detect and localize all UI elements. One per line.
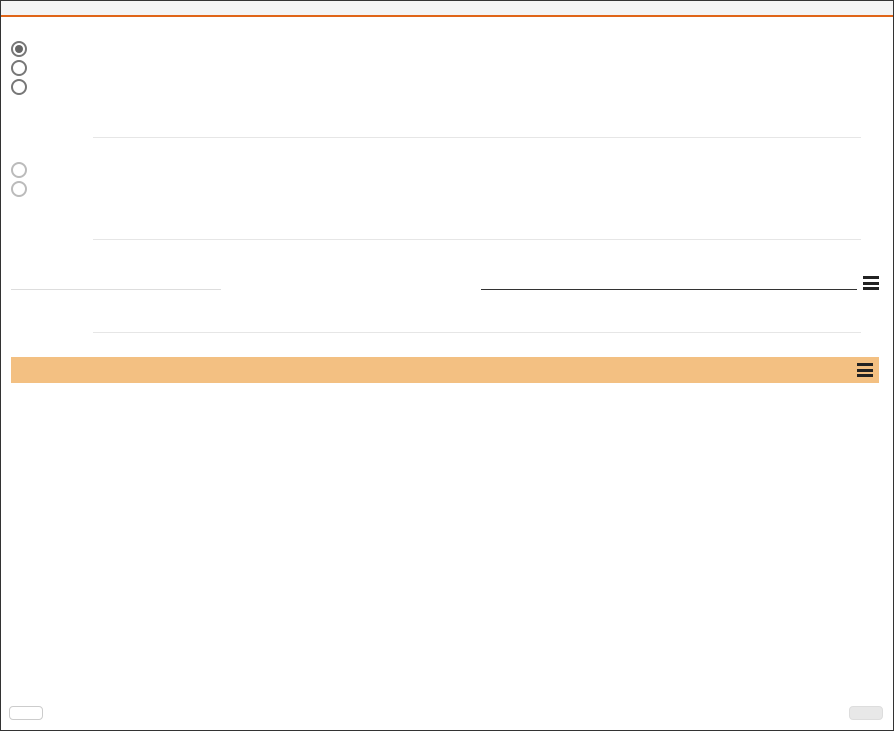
groups-row (11, 264, 879, 304)
radio-icon (11, 60, 27, 76)
start-new-group-input[interactable] (481, 268, 857, 290)
cancel-button[interactable] (9, 706, 43, 720)
list-icon[interactable] (863, 276, 879, 290)
ngs-option-1 (11, 181, 879, 197)
radio-icon (11, 162, 27, 178)
ngs-option-0 (11, 162, 879, 178)
q1-option-0[interactable] (11, 41, 879, 57)
ok-button (849, 706, 883, 720)
existing-groups-col (11, 264, 441, 304)
dialog-body-wrapper (1, 17, 893, 698)
dialog-frame (0, 0, 894, 731)
dialog-body[interactable] (1, 17, 893, 698)
divider (93, 239, 861, 240)
q1-option-1[interactable] (11, 60, 879, 76)
divider (93, 332, 861, 333)
select-asset-row[interactable] (11, 357, 879, 383)
start-new-group-col (481, 264, 879, 304)
existing-groups-input (11, 268, 221, 290)
list-icon[interactable] (857, 363, 873, 377)
divider (93, 137, 861, 138)
radio-icon (11, 79, 27, 95)
radio-icon (11, 181, 27, 197)
radio-icon (11, 41, 27, 57)
dialog-footer (1, 698, 893, 730)
dialog-header (1, 1, 893, 17)
q1-option-2[interactable] (11, 79, 879, 95)
